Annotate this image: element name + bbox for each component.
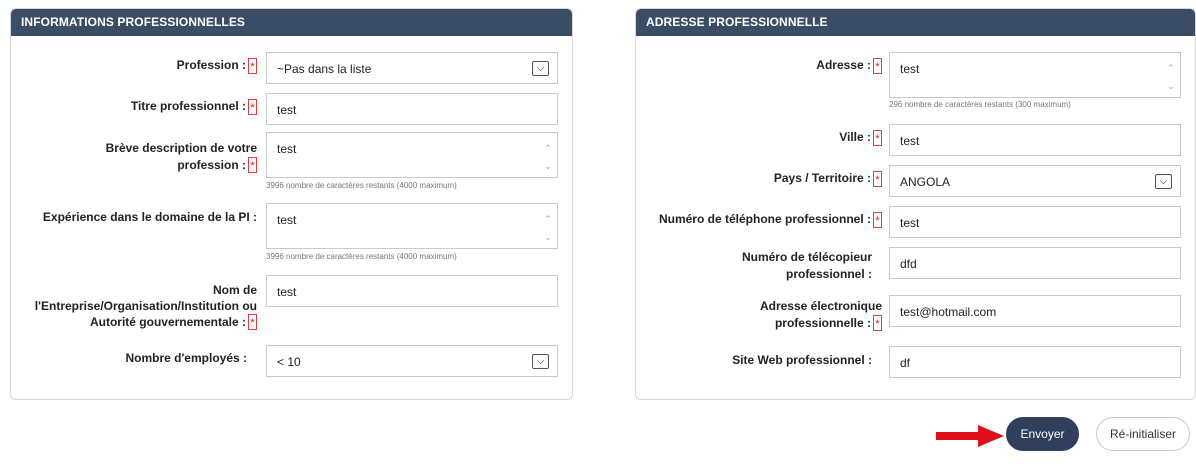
professional-address-panel: ADRESSE PROFESSIONNELLE Adresse : * test … xyxy=(635,8,1196,400)
telecopieur-label: Numéro de télécopieur professionnel : xyxy=(741,250,872,281)
telephone-input[interactable]: test xyxy=(889,206,1181,238)
pays-label: Pays / Territoire : * xyxy=(696,171,882,187)
adresse-textarea[interactable]: test ⌃ ⌄ xyxy=(889,52,1181,98)
employes-label: Nombre d'employés : xyxy=(125,351,247,365)
email-value: test@hotmail.com xyxy=(900,305,997,319)
ville-input[interactable]: test xyxy=(889,124,1181,156)
pays-select[interactable]: ANGOLA ⌵ xyxy=(889,165,1181,197)
experience-value: test xyxy=(277,213,297,227)
adresse-char-count: 296 nombre de caractères restants (300 m… xyxy=(889,100,1071,109)
telephone-label: Numéro de téléphone professionnel : * xyxy=(644,212,882,228)
telecopieur-input[interactable]: dfd xyxy=(889,247,1181,279)
required-icon: * xyxy=(873,171,882,187)
required-icon: * xyxy=(873,315,882,331)
required-icon: * xyxy=(873,58,882,74)
ville-value: test xyxy=(900,134,920,148)
description-char-count: 3996 nombre de caractères restants (4000… xyxy=(266,181,457,190)
description-textarea[interactable]: test ⌃ ⌄ xyxy=(266,132,558,178)
employes-value: < 10 xyxy=(277,355,301,369)
titre-label: Titre professionnel : * xyxy=(71,99,257,115)
titre-value: test xyxy=(277,103,297,117)
profession-select[interactable]: ~Pas dans la liste ⌵ xyxy=(266,52,558,84)
description-value: test xyxy=(277,142,297,156)
site-value: df xyxy=(900,356,911,370)
required-icon: * xyxy=(873,212,882,228)
required-icon: * xyxy=(248,99,257,115)
chevron-down-icon[interactable]: ⌵ xyxy=(532,61,549,76)
profession-label: Profession : * xyxy=(71,58,257,74)
chevron-down-icon[interactable]: ⌵ xyxy=(1155,174,1172,189)
pays-value: ANGOLA xyxy=(900,175,951,189)
entreprise-input[interactable]: test xyxy=(266,275,558,307)
email-input[interactable]: test@hotmail.com xyxy=(889,295,1181,327)
panel-title: ADRESSE PROFESSIONNELLE xyxy=(636,9,1195,36)
required-icon: * xyxy=(248,58,257,74)
email-label: Adresse électronique professionnelle : * xyxy=(759,299,882,331)
profession-value: ~Pas dans la liste xyxy=(277,62,372,76)
experience-textarea[interactable]: test ⌃ ⌄ xyxy=(266,203,558,249)
scroll-arrows-icon[interactable]: ⌃ ⌄ xyxy=(1166,59,1176,95)
telecopieur-value: dfd xyxy=(900,257,917,271)
red-arrow-icon xyxy=(936,425,1004,447)
experience-label: Expérience dans le domaine de la PI : xyxy=(42,210,257,224)
scroll-arrows-icon[interactable]: ⌃ ⌄ xyxy=(543,139,553,175)
adresse-value: test xyxy=(900,62,920,76)
adresse-label: Adresse : * xyxy=(696,58,882,74)
required-icon: * xyxy=(248,157,257,173)
description-label: Brève description de votre profession : * xyxy=(105,141,257,173)
panel-title: INFORMATIONS PROFESSIONNELLES xyxy=(11,9,572,36)
telephone-value: test xyxy=(900,216,920,230)
chevron-down-icon[interactable]: ⌵ xyxy=(532,354,549,369)
employes-select[interactable]: < 10 ⌵ xyxy=(266,345,558,377)
ville-label: Ville : * xyxy=(696,130,882,146)
site-label: Site Web professionnel : xyxy=(732,353,872,367)
reset-button[interactable]: Ré-initialiser xyxy=(1096,417,1190,451)
professional-info-panel: INFORMATIONS PROFESSIONNELLES Profession… xyxy=(10,8,573,400)
experience-char-count: 3996 nombre de caractères restants (4000… xyxy=(266,252,457,261)
site-input[interactable]: df xyxy=(889,346,1181,378)
titre-input[interactable]: test xyxy=(266,93,558,125)
scroll-arrows-icon[interactable]: ⌃ ⌄ xyxy=(543,210,553,246)
required-icon: * xyxy=(248,314,257,330)
submit-button[interactable]: Envoyer xyxy=(1006,417,1079,451)
entreprise-value: test xyxy=(277,285,297,299)
required-icon: * xyxy=(873,130,882,146)
entreprise-label: Nom de l'Entreprise/Organisation/Institu… xyxy=(34,283,257,330)
